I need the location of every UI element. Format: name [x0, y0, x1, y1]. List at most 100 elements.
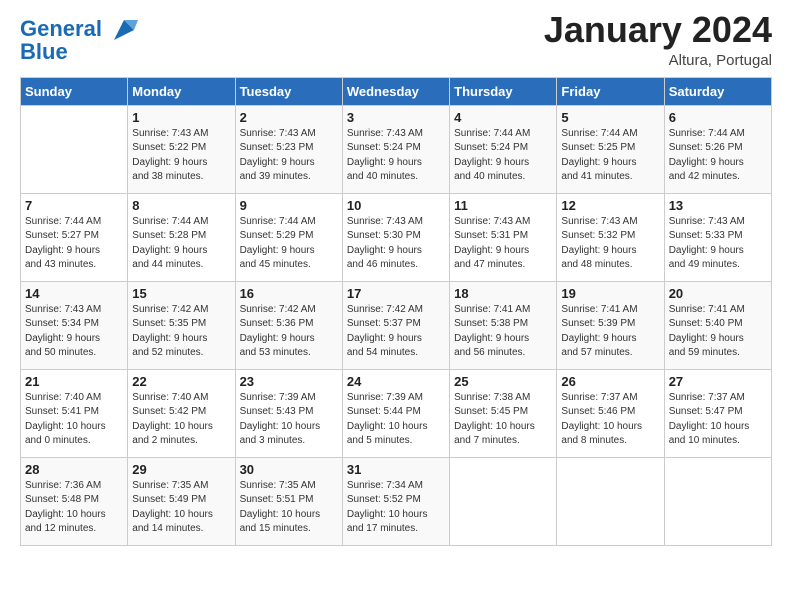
- day-cell: 12 Sunrise: 7:43 AMSunset: 5:32 PMDayligh…: [557, 193, 664, 281]
- day-cell: 1 Sunrise: 7:43 AMSunset: 5:22 PMDaylight…: [128, 105, 235, 193]
- day-number: 10: [347, 198, 445, 213]
- day-cell: [557, 457, 664, 545]
- day-cell: 11Sunrise: 7:43 AMSunset: 5:31 PMDayligh…: [450, 193, 557, 281]
- day-cell: 16 Sunrise: 7:42 AMSunset: 5:36 PMDayligh…: [235, 281, 342, 369]
- day-number: 28: [25, 462, 123, 477]
- day-cell: 3 Sunrise: 7:43 AMSunset: 5:24 PMDaylight…: [342, 105, 449, 193]
- col-header-friday: Friday: [557, 77, 664, 105]
- logo: General Blue: [20, 16, 138, 64]
- day-info: Sunrise: 7:43 AMSunset: 5:22 PMDaylight:…: [132, 127, 230, 185]
- day-cell: 2Sunrise: 7:43 AMSunset: 5:23 PMDaylight…: [235, 105, 342, 193]
- page: General Blue January 2024 Altura, Portug…: [0, 0, 792, 612]
- day-cell: 15Sunrise: 7:42 AMSunset: 5:35 PMDayligh…: [128, 281, 235, 369]
- logo-icon: [110, 16, 138, 44]
- day-info: Sunrise: 7:38 AMSunset: 5:45 PMDaylight:…: [454, 391, 552, 449]
- day-number: 7: [25, 198, 123, 213]
- day-info: Sunrise: 7:44 AMSunset: 5:26 PMDaylight:…: [669, 127, 767, 185]
- day-info: Sunrise: 7:42 AMSunset: 5:35 PMDaylight:…: [132, 303, 230, 361]
- day-info: Sunrise: 7:42 AMSunset: 5:37 PMDaylight:…: [347, 303, 445, 361]
- day-number: 30: [240, 462, 338, 477]
- day-number: 27: [669, 374, 767, 389]
- day-info: Sunrise: 7:40 AMSunset: 5:41 PMDaylight:…: [25, 391, 123, 449]
- day-cell: 31Sunrise: 7:34 AMSunset: 5:52 PMDayligh…: [342, 457, 449, 545]
- day-number: 22: [132, 374, 230, 389]
- day-info: Sunrise: 7:44 AMSunset: 5:29 PMDaylight:…: [240, 215, 338, 273]
- day-cell: 4 Sunrise: 7:44 AMSunset: 5:24 PMDaylight…: [450, 105, 557, 193]
- day-number: 29: [132, 462, 230, 477]
- day-number: 2: [240, 110, 338, 125]
- day-cell: 28 Sunrise: 7:36 AMSunset: 5:48 PMDayligh…: [21, 457, 128, 545]
- day-info: Sunrise: 7:43 AMSunset: 5:30 PMDaylight:…: [347, 215, 445, 273]
- day-number: 16: [240, 286, 338, 301]
- header: General Blue January 2024 Altura, Portug…: [20, 10, 772, 69]
- day-cell: 30 Sunrise: 7:35 AMSunset: 5:51 PMDayligh…: [235, 457, 342, 545]
- col-header-monday: Monday: [128, 77, 235, 105]
- week-row-1: 1 Sunrise: 7:43 AMSunset: 5:22 PMDaylight…: [21, 105, 772, 193]
- day-cell: 24Sunrise: 7:39 AMSunset: 5:44 PMDayligh…: [342, 369, 449, 457]
- day-info: Sunrise: 7:36 AMSunset: 5:48 PMDaylight:…: [25, 479, 123, 537]
- day-number: 11: [454, 198, 552, 213]
- day-info: Sunrise: 7:39 AMSunset: 5:43 PMDaylight:…: [240, 391, 338, 449]
- col-header-saturday: Saturday: [664, 77, 771, 105]
- col-header-sunday: Sunday: [21, 77, 128, 105]
- day-number: 3: [347, 110, 445, 125]
- day-info: Sunrise: 7:41 AMSunset: 5:38 PMDaylight:…: [454, 303, 552, 361]
- day-number: 14: [25, 286, 123, 301]
- day-number: 4: [454, 110, 552, 125]
- week-row-4: 21 Sunrise: 7:40 AMSunset: 5:41 PMDayligh…: [21, 369, 772, 457]
- day-info: Sunrise: 7:41 AMSunset: 5:40 PMDaylight:…: [669, 303, 767, 361]
- calendar-table: SundayMondayTuesdayWednesdayThursdayFrid…: [20, 77, 772, 546]
- day-info: Sunrise: 7:42 AMSunset: 5:36 PMDaylight:…: [240, 303, 338, 361]
- day-info: Sunrise: 7:44 AMSunset: 5:24 PMDaylight:…: [454, 127, 552, 185]
- week-row-2: 7 Sunrise: 7:44 AMSunset: 5:27 PMDaylight…: [21, 193, 772, 281]
- day-info: Sunrise: 7:43 AMSunset: 5:32 PMDaylight:…: [561, 215, 659, 273]
- day-cell: 21 Sunrise: 7:40 AMSunset: 5:41 PMDayligh…: [21, 369, 128, 457]
- day-number: 26: [561, 374, 659, 389]
- day-cell: 10 Sunrise: 7:43 AMSunset: 5:30 PMDayligh…: [342, 193, 449, 281]
- month-year: January 2024: [544, 10, 772, 50]
- day-info: Sunrise: 7:43 AMSunset: 5:24 PMDaylight:…: [347, 127, 445, 185]
- day-cell: 29 Sunrise: 7:35 AMSunset: 5:49 PMDayligh…: [128, 457, 235, 545]
- day-info: Sunrise: 7:35 AMSunset: 5:51 PMDaylight:…: [240, 479, 338, 537]
- col-header-tuesday: Tuesday: [235, 77, 342, 105]
- day-cell: 7 Sunrise: 7:44 AMSunset: 5:27 PMDaylight…: [21, 193, 128, 281]
- day-info: Sunrise: 7:44 AMSunset: 5:28 PMDaylight:…: [132, 215, 230, 273]
- day-number: 1: [132, 110, 230, 125]
- col-header-wednesday: Wednesday: [342, 77, 449, 105]
- day-info: Sunrise: 7:40 AMSunset: 5:42 PMDaylight:…: [132, 391, 230, 449]
- day-number: 18: [454, 286, 552, 301]
- day-cell: [21, 105, 128, 193]
- col-header-thursday: Thursday: [450, 77, 557, 105]
- day-number: 13: [669, 198, 767, 213]
- day-cell: [450, 457, 557, 545]
- day-cell: 5Sunrise: 7:44 AMSunset: 5:25 PMDaylight…: [557, 105, 664, 193]
- day-number: 24: [347, 374, 445, 389]
- day-info: Sunrise: 7:37 AMSunset: 5:47 PMDaylight:…: [669, 391, 767, 449]
- day-info: Sunrise: 7:44 AMSunset: 5:27 PMDaylight:…: [25, 215, 123, 273]
- day-number: 20: [669, 286, 767, 301]
- day-cell: [664, 457, 771, 545]
- week-row-3: 14 Sunrise: 7:43 AMSunset: 5:34 PMDayligh…: [21, 281, 772, 369]
- day-info: Sunrise: 7:43 AMSunset: 5:33 PMDaylight:…: [669, 215, 767, 273]
- day-info: Sunrise: 7:43 AMSunset: 5:34 PMDaylight:…: [25, 303, 123, 361]
- day-number: 23: [240, 374, 338, 389]
- day-cell: 8 Sunrise: 7:44 AMSunset: 5:28 PMDaylight…: [128, 193, 235, 281]
- day-cell: 14 Sunrise: 7:43 AMSunset: 5:34 PMDayligh…: [21, 281, 128, 369]
- day-cell: 25 Sunrise: 7:38 AMSunset: 5:45 PMDayligh…: [450, 369, 557, 457]
- day-number: 25: [454, 374, 552, 389]
- day-cell: 22 Sunrise: 7:40 AMSunset: 5:42 PMDayligh…: [128, 369, 235, 457]
- day-number: 21: [25, 374, 123, 389]
- title-block: January 2024 Altura, Portugal: [544, 10, 772, 69]
- day-info: Sunrise: 7:35 AMSunset: 5:49 PMDaylight:…: [132, 479, 230, 537]
- day-number: 8: [132, 198, 230, 213]
- day-info: Sunrise: 7:34 AMSunset: 5:52 PMDaylight:…: [347, 479, 445, 537]
- day-cell: 26Sunrise: 7:37 AMSunset: 5:46 PMDayligh…: [557, 369, 664, 457]
- day-info: Sunrise: 7:44 AMSunset: 5:25 PMDaylight:…: [561, 127, 659, 185]
- day-number: 6: [669, 110, 767, 125]
- day-cell: 27 Sunrise: 7:37 AMSunset: 5:47 PMDayligh…: [664, 369, 771, 457]
- location: Altura, Portugal: [544, 52, 772, 69]
- day-info: Sunrise: 7:41 AMSunset: 5:39 PMDaylight:…: [561, 303, 659, 361]
- day-number: 12: [561, 198, 659, 213]
- day-number: 17: [347, 286, 445, 301]
- day-cell: 6 Sunrise: 7:44 AMSunset: 5:26 PMDaylight…: [664, 105, 771, 193]
